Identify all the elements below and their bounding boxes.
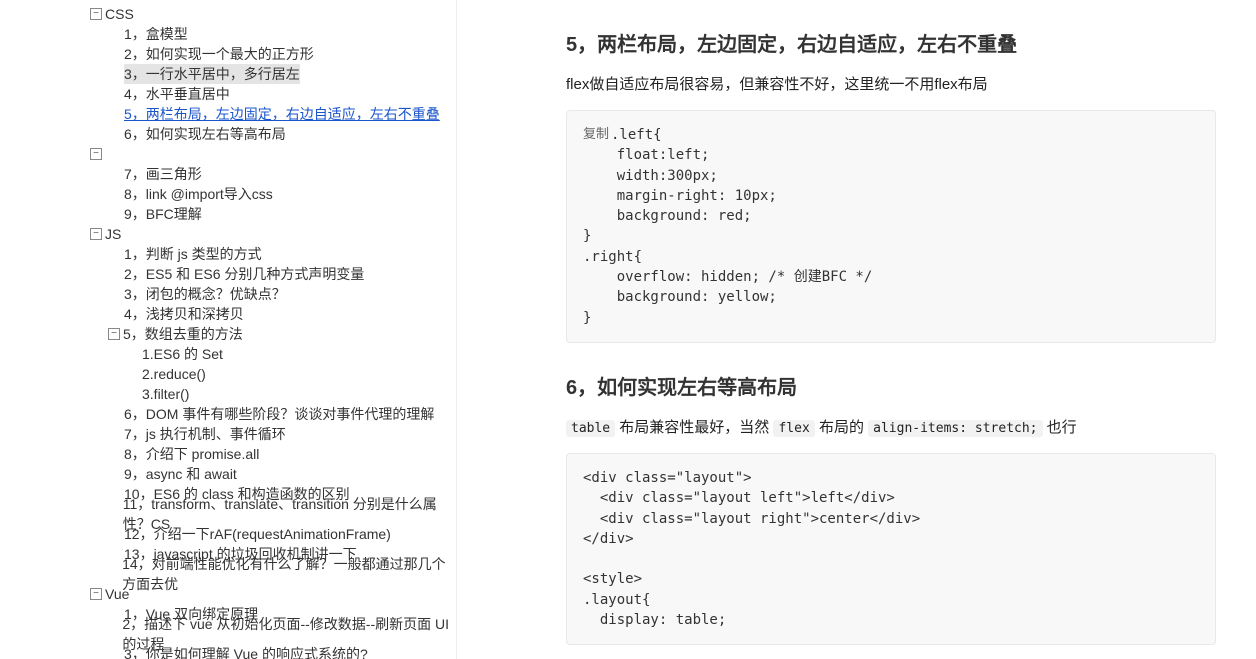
section-heading-6: 6，如何实现左右等高布局 [566,371,1216,400]
outline-label[interactable]: 7，js 执行机制、事件循环 [124,424,286,444]
outline-label[interactable]: 4，浅拷贝和深拷贝 [124,304,244,324]
code-block-5: 复制复制.left{ float:left; width:300px; marg… [566,110,1216,343]
outline-item[interactable]: 4，水平垂直居中 [0,84,456,104]
outline-label[interactable]: 5，两栏布局，左边固定，右边自适应，左右不重叠 [124,104,440,124]
collapse-icon[interactable]: − [90,8,102,20]
collapse-icon[interactable]: − [90,228,102,240]
collapse-icon[interactable]: − [90,588,102,600]
outline-label[interactable]: 12，介绍一下rAF(requestAnimationFrame) [124,524,391,544]
outline-item[interactable]: 2，ES5 和 ES6 分别几种方式声明变量 [0,264,456,284]
outline-item[interactable]: 1，判断 js 类型的方式 [0,244,456,264]
outline-label[interactable]: 6，DOM 事件有哪些阶段？谈谈对事件代理的理解 [124,404,434,424]
outline-item[interactable]: 1，盒模型 [0,24,456,44]
copy-button[interactable]: 复制 [583,123,609,142]
outline-label[interactable]: 9，async 和 await [124,464,237,484]
outline-label[interactable]: 3，你是如何理解 Vue 的响应式系统的? [124,644,368,659]
collapse-icon[interactable]: − [108,328,120,340]
code-text: <div class="layout"> <div class="layout … [583,470,920,628]
collapse-icon[interactable]: − [90,148,102,160]
outline-item[interactable]: 7，js 执行机制、事件循环 [0,424,456,444]
section-heading-5: 5，两栏布局，左边固定，右边自适应，左右不重叠 [566,28,1216,57]
outline-item[interactable]: 11，transform、translate、transition 分别是什么属… [0,504,456,524]
outline-label[interactable]: 3，闭包的概念？优缺点？ [124,284,286,304]
outline-label[interactable]: 9，BFC理解 [124,204,202,224]
outline-label[interactable]: 2，如何实现一个最大的正方形 [124,44,314,64]
section-desc-6: table 布局兼容性最好，当然 flex 布局的 align-items: s… [566,416,1216,437]
outline-item[interactable]: 8，介绍下 promise.all [0,444,456,464]
outline-item[interactable]: 2.reduce() [0,364,456,384]
outline-label[interactable]: 8，link @import导入css [124,184,273,204]
outline-section[interactable]: − [0,144,456,164]
outline-item[interactable]: 4，浅拷贝和深拷贝 [0,304,456,324]
code-block-6: <div class="layout"> <div class="layout … [566,453,1216,645]
code-text: .left{ float:left; width:300px; margin-r… [583,127,872,326]
outline-item[interactable]: 2，描述下 vue 从初始化页面--修改数据--刷新页面 UI 的过程 [0,624,456,644]
outline-label[interactable]: 1，盒模型 [124,24,188,44]
outline-label[interactable]: 8，介绍下 promise.all [124,444,259,464]
outline-item[interactable]: 8，link @import导入css [0,184,456,204]
outline-label[interactable]: 4，水平垂直居中 [124,84,230,104]
outline-item[interactable]: −5，数组去重的方法 [0,324,456,344]
outline-label[interactable]: 2.reduce() [142,364,206,384]
outline-label[interactable]: 1.ES6 的 Set [142,344,223,364]
outline-item[interactable]: 6，DOM 事件有哪些阶段？谈谈对事件代理的理解 [0,404,456,424]
outline-item[interactable]: 12，介绍一下rAF(requestAnimationFrame) [0,524,456,544]
outline-sidebar[interactable]: −CSS1，盒模型2，如何实现一个最大的正方形3，一行水平居中，多行居左4，水平… [0,0,456,659]
outline-item[interactable]: 2，如何实现一个最大的正方形 [0,44,456,64]
outline-label[interactable]: Vue [105,584,129,604]
outline-label[interactable]: 3.filter() [142,384,189,404]
inline-code: flex [773,420,814,437]
outline-label[interactable]: 14，对前端性能优化有什么了解？一般都通过那几个方面去优 [122,554,456,594]
outline-label[interactable]: CSS [105,4,134,24]
outline-item[interactable]: 3，一行水平居中，多行居左 [0,64,456,84]
outline-item[interactable]: 6，如何实现左右等高布局 [0,124,456,144]
outline-label[interactable]: 3，一行水平居中，多行居左 [124,64,300,84]
outline-label[interactable]: 5，数组去重的方法 [123,324,243,344]
main-content[interactable]: 5，两栏布局，左边固定，右边自适应，左右不重叠 flex做自适应布局很容易，但兼… [456,0,1256,659]
outline-item[interactable]: 3.filter() [0,384,456,404]
outline-item[interactable]: 3，闭包的概念？优缺点？ [0,284,456,304]
outline-label[interactable]: 1，判断 js 类型的方式 [124,244,262,264]
outline-item[interactable]: 5，两栏布局，左边固定，右边自适应，左右不重叠 [0,104,456,124]
outline-label[interactable]: 6，如何实现左右等高布局 [124,124,286,144]
outline-item[interactable]: 7，画三角形 [0,164,456,184]
inline-code: table [566,420,615,437]
outline-item[interactable]: 9，BFC理解 [0,204,456,224]
section-desc-5: flex做自适应布局很容易，但兼容性不好，这里统一不用flex布局 [566,73,1216,94]
outline-item[interactable]: 14，对前端性能优化有什么了解？一般都通过那几个方面去优 [0,564,456,584]
outline-label[interactable]: JS [105,224,121,244]
outline-item[interactable]: 9，async 和 await [0,464,456,484]
outline-label[interactable]: 2，ES5 和 ES6 分别几种方式声明变量 [124,264,364,284]
outline-section[interactable]: −CSS [0,4,456,24]
outline-label[interactable]: 7，画三角形 [124,164,202,184]
pane-divider [456,0,457,659]
inline-code: align-items: stretch; [868,420,1042,437]
outline-item[interactable]: 1.ES6 的 Set [0,344,456,364]
outline-section[interactable]: −JS [0,224,456,244]
